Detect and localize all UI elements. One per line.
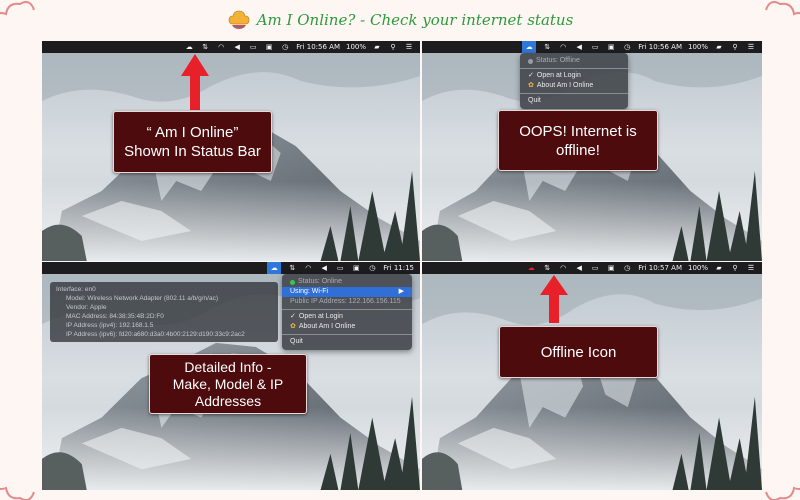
airplay-icon[interactable]: ▭ — [590, 262, 600, 274]
callout-status-bar: “ Am I Online” Shown In Status Bar — [113, 111, 272, 173]
star-icon: ✿ — [528, 82, 534, 89]
using-wifi-item[interactable]: Using: Wi-Fi ▶ — [282, 287, 412, 297]
transfer-icon[interactable]: ⇅ — [542, 262, 552, 274]
status-online-item: Status: Online — [282, 277, 412, 287]
wifi-icon[interactable]: ◠ — [558, 262, 568, 274]
transfer-icon[interactable]: ⇅ — [200, 41, 210, 53]
wifi-icon[interactable]: ◠ — [303, 262, 313, 274]
info-ipv4: IP Address (ipv4): 192.168.1.5 — [66, 322, 154, 329]
status-dropdown-online: Status: Online Using: Wi-Fi ▶ Public IP … — [282, 274, 412, 350]
menu-separator — [520, 93, 628, 94]
callout-offline: OOPS! Internet is offline! — [498, 110, 658, 171]
corner-cloud-decoration — [764, 464, 800, 500]
spotlight-icon[interactable]: ⚲ — [730, 41, 740, 53]
transfer-icon[interactable]: ⇅ — [287, 262, 297, 274]
battery-icon[interactable]: ▰ — [714, 41, 724, 53]
wifi-icon[interactable]: ◠ — [216, 41, 226, 53]
spotlight-icon[interactable]: ⚲ — [730, 262, 740, 274]
header: Am I Online? - Check your internet statu… — [0, 0, 800, 40]
time-machine-icon[interactable]: ◷ — [280, 41, 290, 53]
menu-bar: ☁ ⇅ ◠ ◀ ▭ ▣ ◷ Fri 10:57 AM 100% ▰ ⚲ ☰ — [422, 262, 762, 274]
cloud-status-icon[interactable]: ☁ — [184, 41, 194, 53]
submenu-arrow-icon: ▶ — [398, 288, 404, 295]
airplay-icon[interactable]: ▭ — [590, 41, 600, 53]
menu-clock[interactable]: Fri 10:56 AM — [638, 43, 682, 51]
checkmark-icon: ✓ — [290, 313, 296, 320]
callout-status-bar-text: “ Am I Online” Shown In Status Bar — [124, 124, 261, 160]
display-icon[interactable]: ▣ — [351, 262, 361, 274]
time-machine-icon[interactable]: ◷ — [622, 41, 632, 53]
grey-dot-icon — [528, 58, 533, 64]
menu-separator — [282, 309, 412, 310]
open-at-login-item[interactable]: ✓ Open at Login — [282, 312, 412, 322]
volume-icon[interactable]: ◀ — [574, 41, 584, 53]
green-dot-icon — [290, 279, 295, 285]
list-icon[interactable]: ☰ — [746, 41, 756, 53]
quit-item[interactable]: Quit — [520, 96, 628, 106]
interface-info-panel: Interface: en0 Model: Wireless Network A… — [50, 282, 278, 342]
open-at-login-item[interactable]: ✓ Open at Login — [520, 71, 628, 81]
spotlight-icon[interactable]: ⚲ — [388, 41, 398, 53]
menu-separator — [520, 68, 628, 69]
status-offline-item: Status: Offline — [520, 56, 628, 66]
list-icon[interactable]: ☰ — [404, 41, 414, 53]
volume-icon[interactable]: ◀ — [232, 41, 242, 53]
time-machine-icon[interactable]: ◷ — [367, 262, 377, 274]
airplay-icon[interactable]: ▭ — [248, 41, 258, 53]
display-icon[interactable]: ▣ — [264, 41, 274, 53]
callout-offline-text: OOPS! Internet is offline! — [519, 122, 637, 159]
volume-icon[interactable]: ◀ — [319, 262, 329, 274]
display-icon[interactable]: ▣ — [606, 262, 616, 274]
star-icon: ✿ — [290, 323, 296, 330]
cloud-offline-icon[interactable]: ☁ — [522, 41, 537, 53]
menu-separator — [282, 334, 412, 335]
info-interface: Interface: en0 — [56, 286, 96, 293]
menu-clock[interactable]: Fri 11:15 — [383, 264, 414, 272]
menu-bar: ☁ ⇅ ◠ ◀ ▭ ▣ ◷ Fri 10:56 AM 100% ▰ ⚲ ☰ — [422, 41, 762, 53]
info-mac: MAC Address: 84:38:35:4B:2D:F0 — [66, 313, 164, 320]
battery-percent: 100% — [345, 43, 366, 51]
page-title: Am I Online? - Check your internet statu… — [256, 11, 574, 29]
info-model: Model: Wireless Network Adapter (802.11 … — [66, 295, 218, 302]
info-ipv6: IP Address (ipv6): fd20:a680:d3a0:4b00:2… — [66, 331, 245, 338]
volume-icon[interactable]: ◀ — [574, 262, 584, 274]
callout-detailed-info-text: Detailed Info - Make, Model & IP Address… — [172, 358, 284, 409]
about-item[interactable]: ✿ About Am I Online — [520, 81, 628, 91]
list-icon[interactable]: ☰ — [746, 262, 756, 274]
checkmark-icon: ✓ — [528, 72, 534, 79]
corner-cloud-decoration — [0, 464, 36, 500]
battery-icon[interactable]: ▰ — [714, 262, 724, 274]
airplay-icon[interactable]: ▭ — [335, 262, 345, 274]
display-icon[interactable]: ▣ — [606, 41, 616, 53]
cloud-offline-icon[interactable]: ☁ — [526, 262, 536, 274]
callout-detailed-info: Detailed Info - Make, Model & IP Address… — [149, 354, 307, 414]
cloud-status-icon[interactable]: ☁ — [267, 262, 282, 274]
menu-bar: ☁ ⇅ ◠ ◀ ▭ ▣ ◷ Fri 10:56 AM 100% ▰ ⚲ ☰ — [42, 41, 420, 53]
about-item[interactable]: ✿ About Am I Online — [282, 322, 412, 332]
time-machine-icon[interactable]: ◷ — [622, 262, 632, 274]
quit-item[interactable]: Quit — [282, 337, 412, 347]
cloud-logo-icon — [227, 8, 251, 32]
menu-bar: ☁ ⇅ ◠ ◀ ▭ ▣ ◷ Fri 11:15 — [42, 262, 420, 274]
menu-clock[interactable]: Fri 10:57 AM — [638, 264, 682, 272]
menu-clock[interactable]: Fri 10:56 AM — [296, 43, 340, 51]
status-dropdown-offline: Status: Offline ✓ Open at Login ✿ About … — [520, 53, 628, 109]
info-vendor: Vendor: Apple — [66, 304, 107, 311]
transfer-icon[interactable]: ⇅ — [542, 41, 552, 53]
red-arrow-up — [540, 275, 568, 323]
red-arrow-up — [181, 54, 209, 110]
wifi-icon[interactable]: ◠ — [558, 41, 568, 53]
callout-offline-icon-text: Offline Icon — [540, 343, 617, 361]
battery-percent: 100% — [687, 264, 708, 272]
app-promo-screenshot: Am I Online? - Check your internet statu… — [0, 0, 800, 500]
battery-icon[interactable]: ▰ — [372, 41, 382, 53]
public-ip-item: Public IP Address: 122.166.156.115 — [290, 298, 401, 305]
battery-percent: 100% — [687, 43, 708, 51]
callout-offline-icon: Offline Icon — [499, 326, 658, 378]
